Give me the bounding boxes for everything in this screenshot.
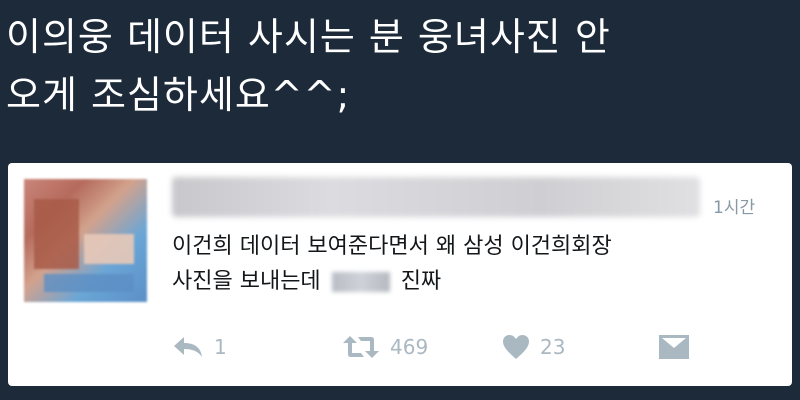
retweet-icon xyxy=(343,336,379,358)
redacted-text xyxy=(331,272,390,292)
tweet-text: 이건희 데이터 보여준다면서 왜 삼성 이건희회장 사진을 보내는데 진짜 xyxy=(172,229,782,299)
like-icon xyxy=(503,335,529,359)
headline-line-2: 오게 조심하세요^^; xyxy=(6,73,351,117)
reply-button[interactable]: 1 xyxy=(172,327,227,367)
headline-line-1: 이의웅 데이터 사시는 분 웅녀사진 안 xyxy=(6,15,611,59)
tweet-card[interactable]: 1시간 이건희 데이터 보여준다면서 왜 삼성 이건희회장 사진을 보내는데 진… xyxy=(8,163,792,386)
like-count: 23 xyxy=(540,335,566,359)
avatar[interactable] xyxy=(24,179,147,302)
tweet-text-line-2: 사진을 보내는데 진짜 xyxy=(172,264,782,299)
reply-icon xyxy=(174,337,202,357)
direct-message-button[interactable] xyxy=(658,327,690,367)
tweet-timestamp[interactable]: 1시간 xyxy=(713,193,755,218)
retweet-count: 469 xyxy=(390,335,429,359)
retweet-button[interactable]: 469 xyxy=(342,327,428,367)
like-button[interactable]: 23 xyxy=(502,327,565,367)
tweet-text-before-redaction: 사진을 보내는데 xyxy=(172,269,321,294)
headline: 이의웅 데이터 사시는 분 웅녀사진 안 오게 조심하세요^^; xyxy=(6,8,796,124)
tweet-actions: 1 469 23 xyxy=(172,327,732,367)
dm-icon xyxy=(659,335,689,359)
blurred-username xyxy=(172,177,700,217)
reply-count: 1 xyxy=(214,335,227,359)
tweet-text-line-1: 이건희 데이터 보여준다면서 왜 삼성 이건희회장 xyxy=(172,234,612,259)
tweet-text-after-redaction: 진짜 xyxy=(400,269,442,294)
